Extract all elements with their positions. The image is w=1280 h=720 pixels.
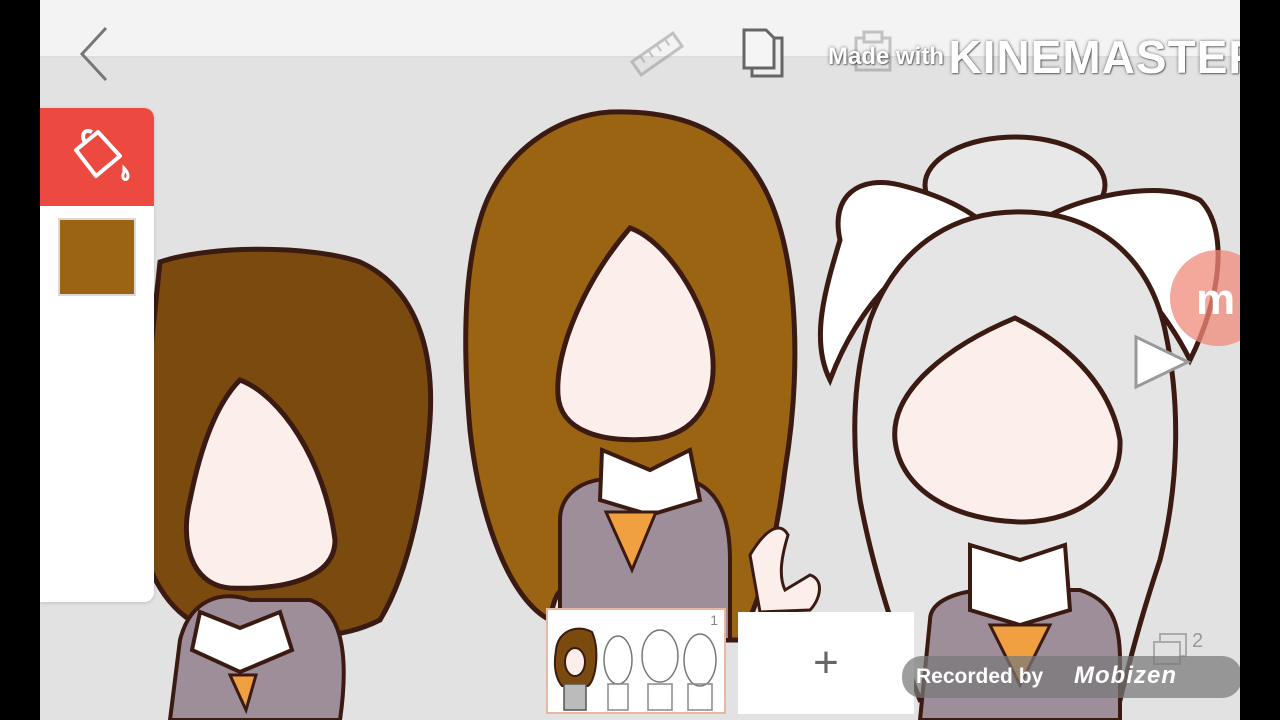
app-screen: Made with KINEMASTER m 1 + 2 Recorded by… <box>40 0 1240 720</box>
fill-tool-button[interactable] <box>40 108 154 206</box>
layer-count: 2 <box>1192 630 1204 652</box>
play-icon[interactable] <box>1132 333 1192 391</box>
watermark-brand: KINEMASTER <box>948 31 1240 83</box>
recorded-by-label: Recorded by <box>916 665 1044 688</box>
ruler-icon[interactable] <box>630 30 684 78</box>
plus-icon: + <box>813 638 839 687</box>
recorder-brand: Mobizen <box>1074 662 1177 689</box>
frame-thumbnail[interactable]: 1 <box>546 608 726 714</box>
frame-number: 1 <box>710 612 718 628</box>
paint-bucket-icon <box>74 129 130 181</box>
color-palette-panel <box>40 108 154 602</box>
recorded-by-watermark: Recorded by Mobizen <box>902 656 1240 698</box>
character-middle <box>463 109 821 643</box>
svg-text:m: m <box>1196 275 1235 324</box>
character-left <box>132 246 434 720</box>
top-toolbar: Made with KINEMASTER <box>40 0 1240 83</box>
add-frame-button[interactable]: + <box>738 612 914 714</box>
watermark-made-with: Made with <box>828 43 945 70</box>
frame-thumbnail-preview <box>553 627 717 711</box>
back-arrow-icon[interactable] <box>78 26 112 82</box>
kinemaster-watermark: Made with KINEMASTER <box>828 30 1240 84</box>
selected-color-swatch[interactable] <box>58 218 136 296</box>
frame-timeline: 1 + <box>546 608 916 718</box>
copy-icon[interactable] <box>740 28 788 78</box>
